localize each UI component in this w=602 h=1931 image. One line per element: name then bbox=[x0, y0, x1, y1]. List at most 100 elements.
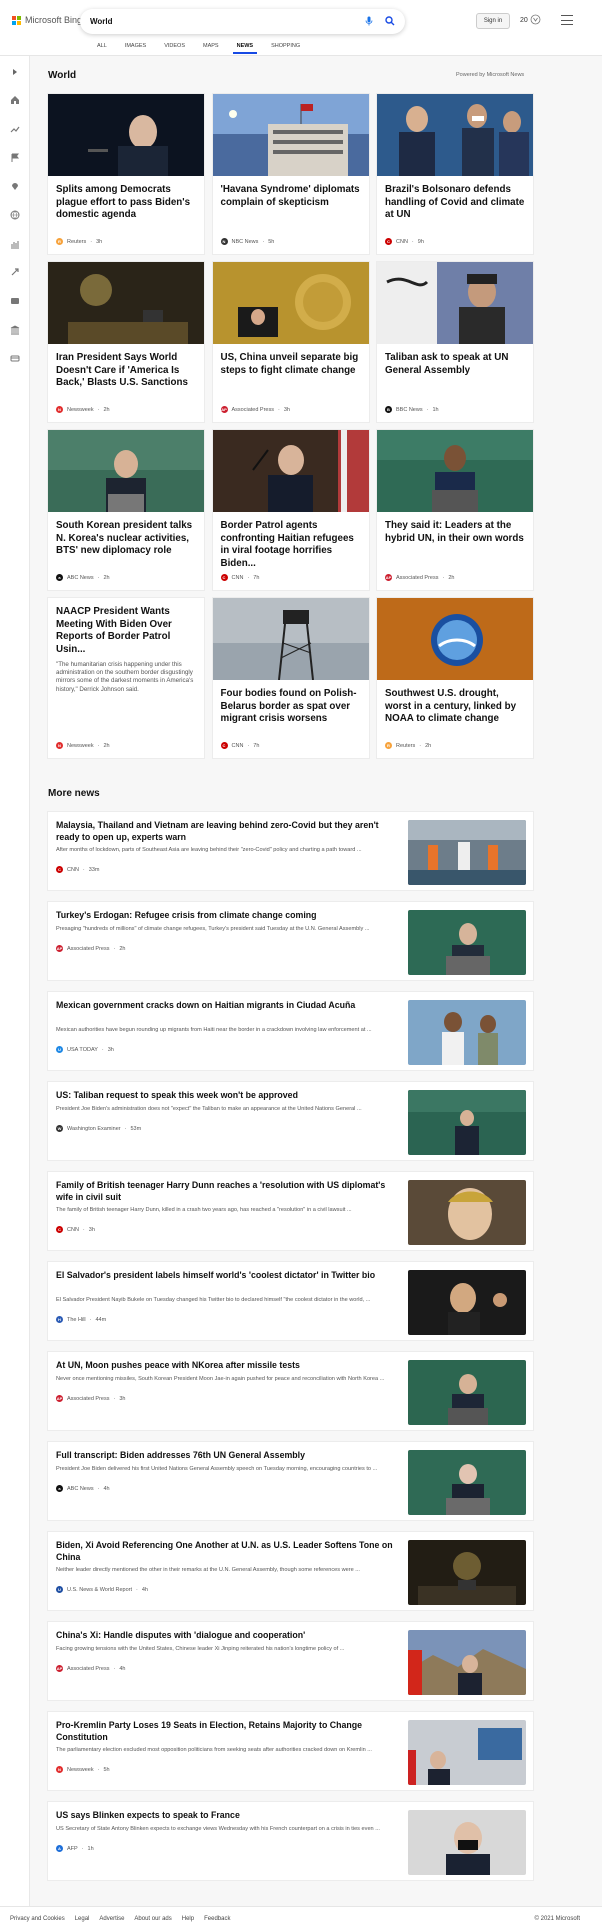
more-news-item[interactable]: Family of British teenager Harry Dunn re… bbox=[48, 1172, 533, 1250]
more-news-title[interactable]: Family of British teenager Harry Dunn re… bbox=[56, 1180, 396, 1203]
news-card-image[interactable] bbox=[48, 262, 204, 344]
tab-all[interactable]: ALL bbox=[88, 42, 116, 54]
news-card-source[interactable]: R Reuters · 2h bbox=[385, 742, 431, 749]
flag-icon[interactable] bbox=[9, 152, 21, 164]
more-news-item[interactable]: US says Blinken expects to speak to Fran… bbox=[48, 1802, 533, 1880]
news-card-source[interactable]: N NBC News · 5h bbox=[220, 238, 274, 245]
news-card-title[interactable]: They said it: Leaders at the hybrid UN, … bbox=[377, 512, 533, 572]
news-card-source[interactable]: a ABC News · 2h bbox=[56, 574, 110, 581]
more-news-title[interactable]: Full transcript: Biden addresses 76th UN… bbox=[56, 1450, 396, 1462]
news-card[interactable]: Border Patrol agents confronting Haitian… bbox=[212, 430, 369, 590]
sign-in-button[interactable]: Sign in bbox=[476, 13, 510, 29]
powered-by[interactable]: Powered by Microsoft News bbox=[456, 72, 524, 78]
news-card-title[interactable]: Taliban ask to speak at UN General Assem… bbox=[377, 344, 533, 404]
news-card-image[interactable] bbox=[377, 598, 533, 680]
microphone-icon[interactable] bbox=[365, 13, 373, 31]
news-card-source[interactable]: AP Associated Press · 2h bbox=[385, 574, 454, 581]
more-news-thumbnail[interactable] bbox=[408, 1720, 526, 1785]
news-card-title[interactable]: Southwest U.S. drought, worst in a centu… bbox=[377, 680, 533, 740]
more-news-thumbnail[interactable] bbox=[408, 910, 526, 975]
more-news-thumbnail[interactable] bbox=[408, 1810, 526, 1875]
more-news-thumbnail[interactable] bbox=[408, 1540, 526, 1605]
trending-icon[interactable] bbox=[9, 123, 21, 135]
entertainment-icon[interactable] bbox=[9, 295, 21, 307]
more-news-thumbnail[interactable] bbox=[408, 1630, 526, 1695]
news-card[interactable]: Brazil's Bolsonaro defends handling of C… bbox=[377, 94, 533, 254]
more-news-item[interactable]: Turkey's Erdogan: Refugee crisis from cl… bbox=[48, 902, 533, 980]
news-card[interactable]: South Korean president talks N. Korea's … bbox=[48, 430, 204, 590]
more-news-title[interactable]: China's Xi: Handle disputes with 'dialog… bbox=[56, 1630, 396, 1642]
news-card-source[interactable]: C CNN · 7h bbox=[220, 574, 259, 581]
more-news-item[interactable]: At UN, Moon pushes peace with NKorea aft… bbox=[48, 1352, 533, 1430]
news-card-source[interactable]: AP Associated Press · 3h bbox=[220, 406, 290, 413]
menu-icon[interactable] bbox=[561, 15, 573, 25]
news-card-source[interactable]: C CNN · 9h bbox=[385, 238, 424, 245]
news-card[interactable]: Iran President Says World Doesn't Care i… bbox=[48, 262, 204, 422]
more-news-title[interactable]: Mexican government cracks down on Haitia… bbox=[56, 1000, 396, 1012]
news-card-title[interactable]: 'Havana Syndrome' diplomats complain of … bbox=[213, 176, 369, 236]
more-news-item[interactable]: Mexican government cracks down on Haitia… bbox=[48, 992, 533, 1070]
more-news-item[interactable]: Pro-Kremlin Party Loses 19 Seats in Elec… bbox=[48, 1712, 533, 1790]
politics-icon[interactable] bbox=[9, 324, 21, 336]
tab-videos[interactable]: VIDEOS bbox=[155, 42, 194, 54]
location-icon[interactable] bbox=[9, 180, 21, 192]
more-news-title[interactable]: At UN, Moon pushes peace with NKorea aft… bbox=[56, 1360, 396, 1372]
more-news-source[interactable]: H The Hill · 44m bbox=[56, 1316, 106, 1323]
more-news-title[interactable]: Malaysia, Thailand and Vietnam are leavi… bbox=[56, 820, 396, 843]
news-card-image[interactable] bbox=[377, 94, 533, 176]
news-card[interactable]: Splits among Democrats plague effort to … bbox=[48, 94, 204, 254]
more-news-source[interactable]: W Washington Examiner · 53m bbox=[56, 1125, 141, 1132]
news-card-title[interactable]: Four bodies found on Polish-Belarus bord… bbox=[213, 680, 369, 740]
news-card-image[interactable] bbox=[48, 430, 204, 512]
more-news-title[interactable]: El Salvador's president labels himself w… bbox=[56, 1270, 396, 1282]
more-news-thumbnail[interactable] bbox=[408, 1360, 526, 1425]
expand-icon[interactable] bbox=[9, 66, 21, 78]
news-card[interactable]: US, China unveil separate big steps to f… bbox=[212, 262, 369, 422]
news-card-image[interactable] bbox=[377, 430, 533, 512]
news-card-source[interactable]: N Newsweek · 2h bbox=[56, 742, 110, 749]
more-news-title[interactable]: Turkey's Erdogan: Refugee crisis from cl… bbox=[56, 910, 396, 922]
business-icon[interactable] bbox=[9, 238, 21, 250]
news-card-title[interactable]: US, China unveil separate big steps to f… bbox=[213, 344, 369, 404]
tab-shopping[interactable]: SHOPPING bbox=[262, 42, 309, 54]
news-card[interactable]: NAACP President Wants Meeting With Biden… bbox=[48, 598, 204, 758]
more-news-thumbnail[interactable] bbox=[408, 1450, 526, 1515]
more-news-thumbnail[interactable] bbox=[408, 820, 526, 885]
news-card-image[interactable] bbox=[212, 94, 369, 176]
home-icon[interactable] bbox=[9, 94, 21, 106]
more-news-title[interactable]: Pro-Kremlin Party Loses 19 Seats in Elec… bbox=[56, 1720, 396, 1743]
science-icon[interactable] bbox=[9, 266, 21, 278]
news-card[interactable]: 'Havana Syndrome' diplomats complain of … bbox=[212, 94, 369, 254]
footer-link-help[interactable]: Help bbox=[182, 1916, 194, 1922]
search-icon[interactable] bbox=[385, 13, 395, 31]
news-card[interactable]: They said it: Leaders at the hybrid UN, … bbox=[377, 430, 533, 590]
footer-link-privacy[interactable]: Privacy and Cookies bbox=[10, 1916, 65, 1922]
more-news-item[interactable]: Full transcript: Biden addresses 76th UN… bbox=[48, 1442, 533, 1520]
more-news-source[interactable]: a ABC News · 4h bbox=[56, 1485, 110, 1492]
more-news-thumbnail[interactable] bbox=[408, 1180, 526, 1245]
search-input[interactable] bbox=[90, 17, 365, 26]
more-news-item[interactable]: US: Taliban request to speak this week w… bbox=[48, 1082, 533, 1160]
rewards-points[interactable]: 20 bbox=[520, 14, 541, 27]
more-news-source[interactable]: U USA TODAY · 3h bbox=[56, 1046, 114, 1053]
globe-icon[interactable] bbox=[9, 209, 21, 221]
news-card-title[interactable]: Iran President Says World Doesn't Care i… bbox=[48, 344, 204, 404]
more-news-source[interactable]: C CNN · 33m bbox=[56, 866, 99, 873]
more-news-source[interactable]: AP Associated Press · 2h bbox=[56, 945, 125, 952]
news-card-title[interactable]: South Korean president talks N. Korea's … bbox=[48, 512, 204, 572]
news-card-image[interactable] bbox=[212, 598, 369, 680]
more-news-thumbnail[interactable] bbox=[408, 1270, 526, 1335]
more-news-item[interactable]: El Salvador's president labels himself w… bbox=[48, 1262, 533, 1340]
news-card-image[interactable] bbox=[212, 430, 369, 512]
news-card-source[interactable]: R Reuters · 3h bbox=[56, 238, 102, 245]
more-news-title[interactable]: US: Taliban request to speak this week w… bbox=[56, 1090, 396, 1102]
footer-link-feedback[interactable]: Feedback bbox=[204, 1916, 230, 1922]
more-news-item[interactable]: Biden, Xi Avoid Referencing One Another … bbox=[48, 1532, 533, 1610]
news-card-source[interactable]: C CNN · 7h bbox=[220, 742, 259, 749]
more-news-source[interactable]: U U.S. News & World Report · 4h bbox=[56, 1586, 148, 1593]
news-card-title[interactable]: NAACP President Wants Meeting With Biden… bbox=[48, 598, 204, 656]
news-card-title[interactable]: Border Patrol agents confronting Haitian… bbox=[213, 512, 369, 572]
bing-logo[interactable]: Microsoft Bing bbox=[12, 15, 82, 25]
news-card-title[interactable]: Brazil's Bolsonaro defends handling of C… bbox=[377, 176, 533, 236]
news-card[interactable]: Taliban ask to speak at UN General Assem… bbox=[377, 262, 533, 422]
